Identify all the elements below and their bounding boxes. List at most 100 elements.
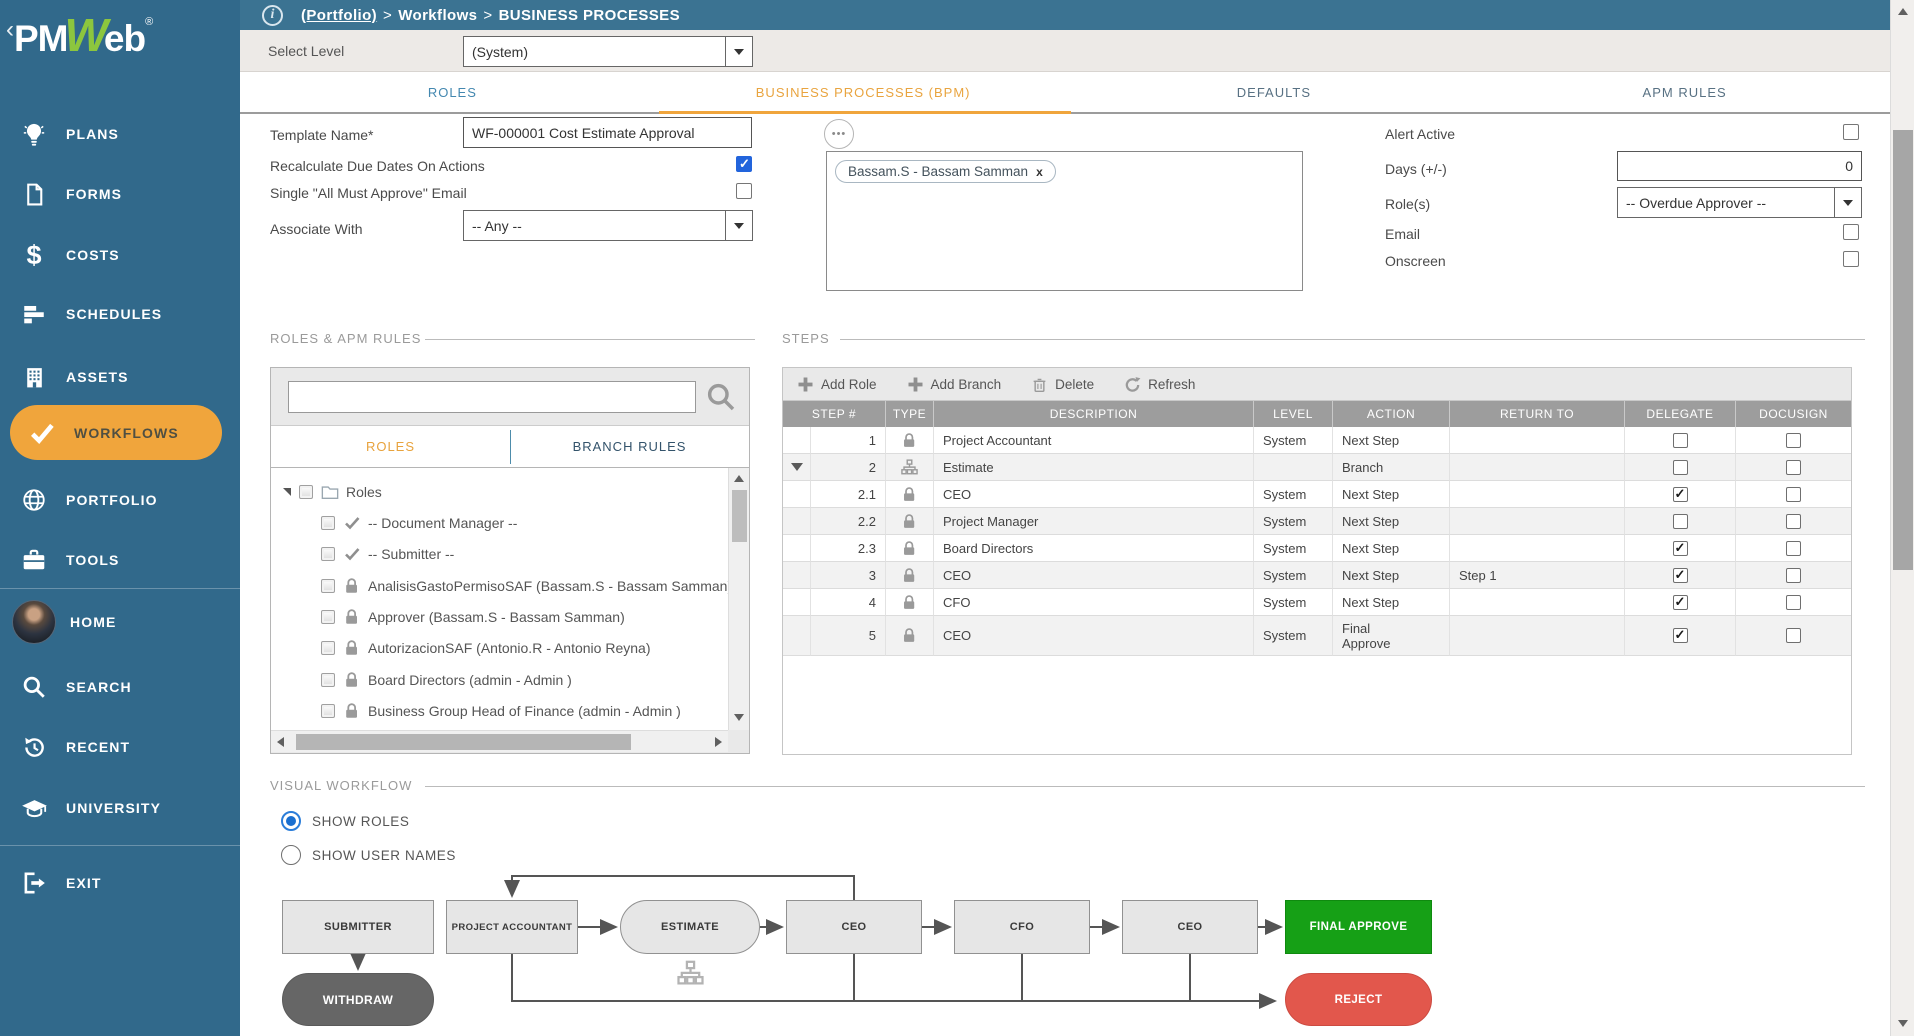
template-name-input[interactable] [463,117,752,148]
sidebar-item-assets[interactable]: ASSETS [0,361,240,393]
tree-item[interactable]: Business Group Head of Finance (admin - … [271,695,728,726]
info-icon[interactable]: i [262,5,283,26]
docusign-checkbox[interactable] [1786,595,1801,610]
scroll-left-icon[interactable] [277,737,284,747]
tab-apm-rules[interactable]: APM RULES [1479,72,1890,112]
sidebar-item-workflows[interactable]: WORKFLOWS [10,405,222,460]
scrollbar-thumb[interactable] [1893,130,1913,570]
sidebar-item-plans[interactable]: PLANS [0,118,240,150]
tree-item[interactable]: Approver (Bassam.S - Bassam Samman) [271,601,728,632]
docusign-checkbox[interactable] [1786,628,1801,643]
page-scrollbar[interactable] [1890,0,1914,1036]
sidebar-item-schedules[interactable]: SCHEDULES [0,298,240,330]
single-email-checkbox[interactable] [736,183,752,199]
scroll-right-icon[interactable] [715,737,722,747]
alert-active-checkbox[interactable] [1843,124,1859,140]
breadcrumb-portfolio-link[interactable]: (Portfolio) [301,7,377,24]
tree-item[interactable]: Board Directors (admin - Admin ) [271,664,728,695]
tab-roles[interactable]: ROLES [247,72,658,112]
table-row[interactable]: 4 CFO System Next Step [783,589,1851,616]
docusign-checkbox[interactable] [1786,541,1801,556]
sidebar-item-exit[interactable]: EXIT [0,867,240,899]
show-user-names-radio[interactable] [281,845,301,865]
column-description[interactable]: DESCRIPTION [934,401,1254,427]
column-level[interactable]: LEVEL [1254,401,1333,427]
scrollbar-thumb[interactable] [296,734,631,750]
recalculate-checkbox[interactable] [736,156,752,172]
sidebar-item-search[interactable]: SEARCH [0,671,240,703]
node-ceo-2[interactable]: CEO [1122,900,1258,954]
node-ceo-1[interactable]: CEO [786,900,922,954]
associate-with-dropdown[interactable]: -- Any -- [463,210,753,241]
table-row[interactable]: 2.2 Project Manager System Next Step [783,508,1851,535]
sidebar-collapse-icon[interactable]: ‹ [6,16,14,43]
panel-tab-branch-rules[interactable]: BRANCH RULES [510,426,749,467]
tree-item[interactable]: -- Document Manager -- [271,507,728,538]
panel-tab-roles[interactable]: ROLES [271,426,510,467]
search-icon[interactable] [705,381,737,413]
table-row[interactable]: 1 Project Accountant System Next Step [783,427,1851,454]
add-role-button[interactable]: Add Role [797,376,877,393]
more-options-button[interactable]: ••• [824,119,854,149]
user-chip[interactable]: Bassam.S - Bassam Samman x [835,160,1056,183]
sidebar-item-forms[interactable]: FORMS [0,178,240,210]
add-branch-button[interactable]: Add Branch [907,376,1002,393]
column-step[interactable]: STEP # [783,401,886,427]
tab-business-processes[interactable]: BUSINESS PROCESSES (BPM) [658,72,1069,112]
delegate-checkbox[interactable] [1673,460,1688,475]
column-type[interactable]: TYPE [886,401,934,427]
tree-vertical-scrollbar[interactable] [728,468,749,730]
tree-checkbox[interactable] [299,485,313,499]
table-row[interactable]: 2.3 Board Directors System Next Step [783,535,1851,562]
delete-button[interactable]: Delete [1031,376,1094,393]
days-input[interactable] [1617,151,1862,181]
sidebar-item-costs[interactable]: $ COSTS [0,239,240,271]
notification-users-box[interactable]: Bassam.S - Bassam Samman x [826,151,1303,291]
chip-remove-icon[interactable]: x [1036,165,1043,179]
docusign-checkbox[interactable] [1786,433,1801,448]
roles-search-input[interactable] [288,381,696,413]
collapse-arrow-icon[interactable] [283,488,291,496]
sidebar-item-portfolio[interactable]: PORTFOLIO [0,484,240,516]
node-cfo[interactable]: CFO [954,900,1090,954]
delegate-checkbox[interactable] [1673,628,1688,643]
column-action[interactable]: ACTION [1333,401,1450,427]
table-row[interactable]: 5 CEO System Final Approve [783,616,1851,656]
node-withdraw[interactable]: WITHDRAW [282,973,434,1026]
docusign-checkbox[interactable] [1786,460,1801,475]
scroll-up-icon[interactable] [734,475,744,482]
tree-checkbox[interactable] [321,641,335,655]
table-row[interactable]: 3 CEO System Next Step Step 1 [783,562,1851,589]
email-checkbox[interactable] [1843,224,1859,240]
tree-checkbox[interactable] [321,673,335,687]
column-return-to[interactable]: RETURN TO [1450,401,1625,427]
tree-checkbox[interactable] [321,704,335,718]
tree-item[interactable]: AnalisisGastoPermisoSAF (Bassam.S - Bass… [271,570,728,601]
refresh-button[interactable]: Refresh [1124,376,1195,393]
delegate-checkbox[interactable] [1673,541,1688,556]
select-level-dropdown[interactable]: (System) [463,36,753,67]
node-final-approve[interactable]: FINAL APPROVE [1285,900,1432,954]
tree-checkbox[interactable] [321,547,335,561]
sidebar-item-home[interactable]: HOME [0,598,240,646]
show-roles-radio[interactable] [281,811,301,831]
delegate-checkbox[interactable] [1673,514,1688,529]
collapse-branch-icon[interactable] [791,463,803,471]
tree-horizontal-scrollbar[interactable] [271,730,728,752]
docusign-checkbox[interactable] [1786,568,1801,583]
delegate-checkbox[interactable] [1673,595,1688,610]
table-row[interactable]: 2.1 CEO System Next Step [783,481,1851,508]
tree-checkbox[interactable] [321,579,335,593]
node-reject[interactable]: REJECT [1285,973,1432,1026]
scroll-down-icon[interactable] [1898,1020,1908,1027]
scrollbar-thumb[interactable] [732,490,747,542]
onscreen-checkbox[interactable] [1843,251,1859,267]
sidebar-item-recent[interactable]: RECENT [0,731,240,763]
docusign-checkbox[interactable] [1786,514,1801,529]
tree-checkbox[interactable] [321,516,335,530]
pmweb-logo[interactable]: ‹PMWeb® [6,8,153,62]
tab-defaults[interactable]: DEFAULTS [1069,72,1480,112]
tree-root-roles[interactable]: Roles [271,476,728,507]
sidebar-item-tools[interactable]: TOOLS [0,544,240,576]
node-project-accountant[interactable]: PROJECT ACCOUNTANT [446,900,578,954]
